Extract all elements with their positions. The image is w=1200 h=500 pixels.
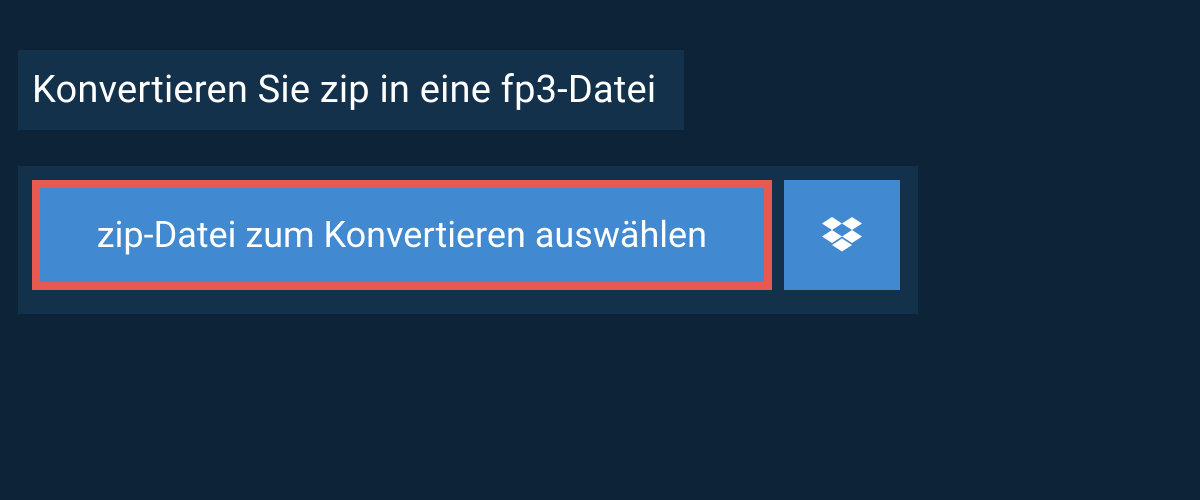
button-row: zip-Datei zum Konvertieren auswählen [18,166,918,314]
title-bar: Konvertieren Sie zip in eine fp3-Datei [18,50,684,130]
dropbox-button[interactable] [784,180,900,290]
select-file-button[interactable]: zip-Datei zum Konvertieren auswählen [32,180,772,290]
main-container: Konvertieren Sie zip in eine fp3-Datei z… [0,0,1200,314]
select-file-label: zip-Datei zum Konvertieren auswählen [97,214,707,256]
page-title: Konvertieren Sie zip in eine fp3-Datei [32,68,656,112]
dropbox-icon [822,217,862,253]
